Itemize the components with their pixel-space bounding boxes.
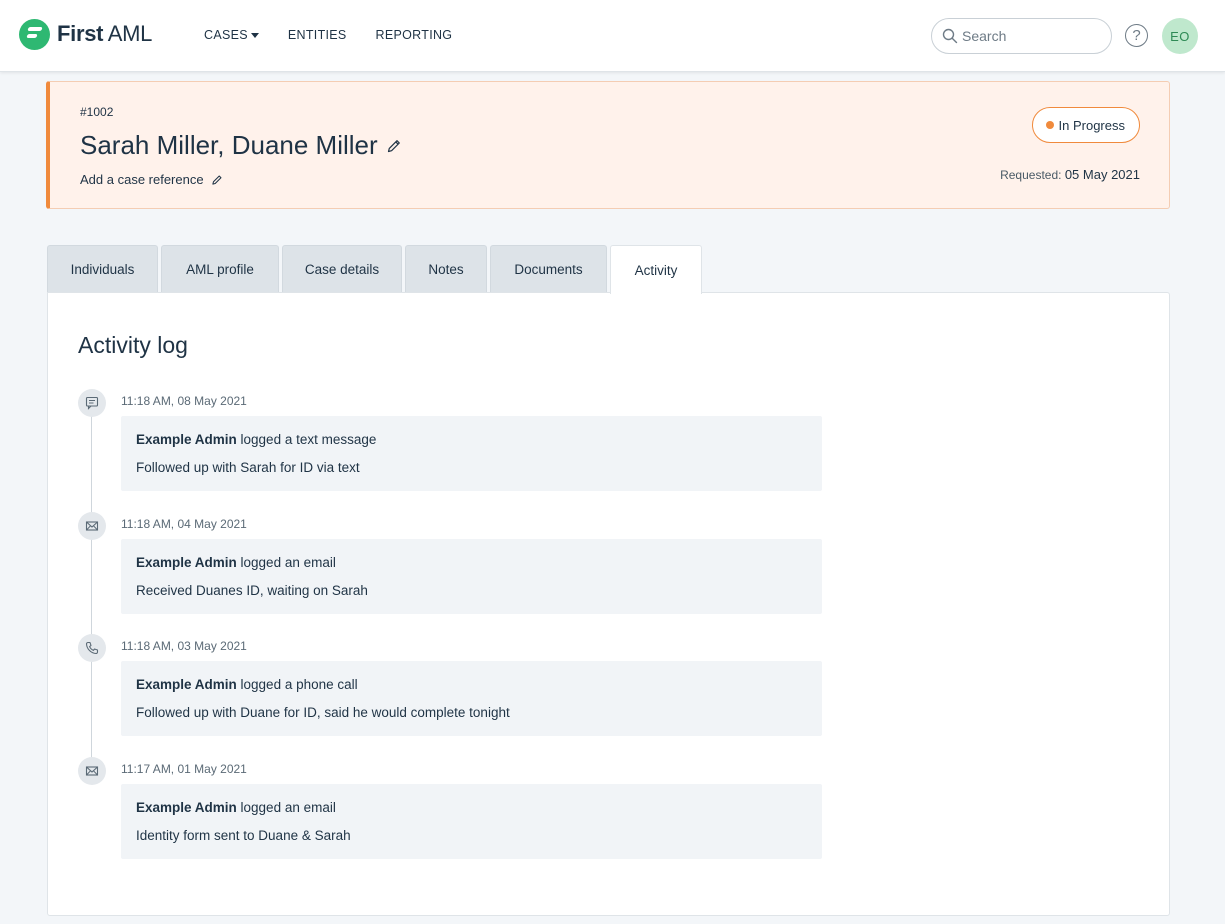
activity-detail: Followed up with Duane for ID, said he w…	[136, 705, 510, 720]
help-icon[interactable]: ?	[1125, 24, 1148, 47]
top-navigation-bar: First AML CASES ENTITIES REPORTING ? EO	[0, 0, 1225, 72]
activity-summary: Example Admin logged an email	[136, 800, 336, 815]
tab-documents[interactable]: Documents	[490, 245, 607, 293]
tab-activity[interactable]: Activity	[610, 245, 702, 294]
activity-card: Example Admin logged an email Received D…	[121, 539, 822, 614]
chevron-down-icon	[250, 32, 259, 38]
activity-timestamp: 11:18 AM, 04 May 2021	[121, 517, 247, 531]
edit-reference-pencil-icon	[211, 175, 222, 185]
activity-detail: Followed up with Sarah for ID via text	[136, 460, 360, 475]
activity-summary: Example Admin logged a phone call	[136, 677, 358, 692]
timeline-connector	[91, 405, 92, 775]
case-title: Sarah Miller, Duane Miller	[80, 130, 378, 160]
requested-date: Requested: 05 May 2021	[1000, 167, 1140, 182]
tab-notes[interactable]: Notes	[405, 245, 487, 293]
add-case-reference-link[interactable]: Add a case reference	[80, 172, 223, 187]
status-badge: In Progress	[1031, 107, 1140, 143]
activity-timestamp: 11:18 AM, 08 May 2021	[121, 394, 247, 408]
tab-individuals[interactable]: Individuals	[47, 245, 158, 293]
activity-detail: Received Duanes ID, waiting on Sarah	[136, 583, 368, 598]
activity-log-title: Activity log	[78, 332, 188, 358]
nav-item-cases[interactable]: CASES	[204, 28, 259, 42]
nav-item-reporting[interactable]: REPORTING	[376, 28, 453, 42]
search-box[interactable]	[931, 18, 1112, 54]
main-nav: CASES ENTITIES REPORTING	[204, 28, 481, 42]
activity-summary: Example Admin logged an email	[136, 555, 336, 570]
nav-item-entities[interactable]: ENTITIES	[288, 28, 347, 42]
user-avatar[interactable]: EO	[1162, 18, 1198, 54]
email-icon	[78, 512, 106, 540]
logo-mark-icon	[19, 18, 50, 50]
brand-name: First AML	[57, 21, 153, 46]
phone-icon	[78, 634, 106, 662]
app-logo[interactable]: First AML	[19, 18, 152, 50]
activity-detail: Identity form sent to Duane & Sarah	[136, 828, 351, 843]
email-icon	[78, 757, 106, 785]
search-icon	[942, 28, 958, 44]
activity-summary: Example Admin logged a text message	[136, 432, 377, 447]
activity-timestamp: 11:17 AM, 01 May 2021	[121, 762, 247, 776]
search-input[interactable]	[962, 28, 1102, 44]
status-dot-icon	[1045, 121, 1054, 129]
tab-aml-profile[interactable]: AML profile	[161, 245, 279, 293]
message-icon	[78, 389, 106, 417]
case-header: #1002 Sarah Miller, Duane Miller Add a c…	[46, 81, 1170, 209]
activity-card: Example Admin logged a text message Foll…	[121, 416, 822, 491]
case-id: #1002	[80, 105, 114, 119]
activity-card: Example Admin logged an email Identity f…	[121, 784, 822, 859]
tab-case-details[interactable]: Case details	[282, 245, 402, 293]
activity-card: Example Admin logged a phone call Follow…	[121, 661, 822, 736]
edit-title-pencil-icon[interactable]	[386, 138, 402, 154]
activity-panel: Activity log 11:18 AM, 08 May 2021 Examp…	[47, 292, 1170, 916]
activity-timestamp: 11:18 AM, 03 May 2021	[121, 639, 247, 653]
case-title-row: Sarah Miller, Duane Miller	[80, 130, 402, 161]
